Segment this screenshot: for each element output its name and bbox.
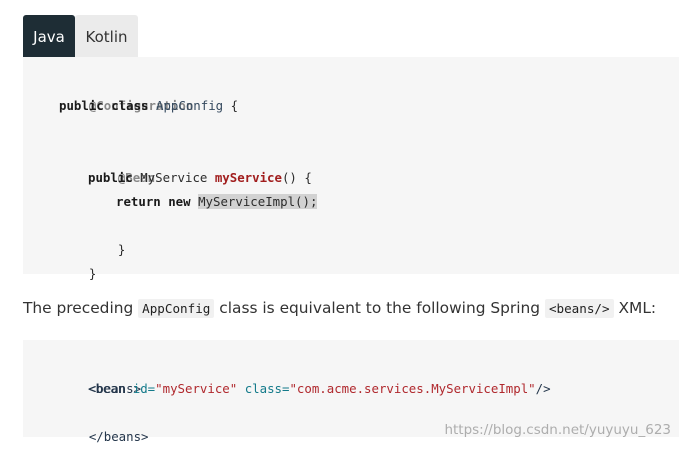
class-value: "com.acme.services.MyServiceImpl" xyxy=(289,381,536,396)
tab-java[interactable]: Java xyxy=(23,15,75,57)
id-attribute: id= xyxy=(132,381,156,396)
paragraph-text-after: XML: xyxy=(613,299,657,317)
code-line-method-signature: public MyService myService() { xyxy=(88,166,312,190)
bean-open-tag: <bean xyxy=(88,381,133,396)
return-type: MyService xyxy=(132,170,215,185)
java-code-block: @Configuration public class AppConfig { … xyxy=(23,57,679,281)
code-line-bean-annotation: @Bean xyxy=(88,142,155,185)
paragraph-text-middle: class is equivalent to the following Spr… xyxy=(214,299,545,317)
open-brace: { xyxy=(223,98,239,113)
xml-line-beans-open: <beans> xyxy=(59,353,141,396)
paragraph-text-before: The preceding xyxy=(23,299,139,317)
inline-code-appconfig: AppConfig xyxy=(138,299,215,318)
description-paragraph: The preceding AppConfig class is equival… xyxy=(23,296,656,321)
class-keyword: public class xyxy=(59,98,149,113)
code-line-close-method: } xyxy=(88,214,125,257)
method-name: myService xyxy=(214,170,282,185)
close-brace-inner: } xyxy=(117,242,126,257)
xml-line-beans-close: </beans> xyxy=(59,401,149,444)
tab-kotlin[interactable]: Kotlin xyxy=(75,15,138,57)
close-brace-outer: } xyxy=(88,266,97,281)
xml-line-bean: <bean id="myService" class="com.acme.ser… xyxy=(88,377,551,401)
code-line-configuration-annotation: @Configuration xyxy=(59,70,193,113)
code-line-close-class: } xyxy=(59,238,96,281)
bean-close-tag: /> xyxy=(535,381,551,396)
code-line-class-declaration: public class AppConfig { xyxy=(59,94,238,118)
watermark-text: https://blog.csdn.net/yuyuyu_623 xyxy=(444,422,671,438)
code-line-return: return new MyServiceImpl(); xyxy=(116,190,318,214)
language-tabs: Java Kotlin xyxy=(23,15,138,57)
return-keyword: return new xyxy=(116,194,191,209)
public-keyword: public xyxy=(88,170,133,185)
beans-close-tag: </beans> xyxy=(88,429,149,444)
selected-new-expression[interactable]: MyServiceImpl(); xyxy=(198,194,318,209)
class-attribute: class= xyxy=(244,381,290,396)
inline-code-beans: <beans/> xyxy=(544,299,614,318)
class-name: AppConfig xyxy=(156,98,224,113)
method-signature-rest: () { xyxy=(281,170,312,185)
id-value: "myService" xyxy=(155,381,238,396)
